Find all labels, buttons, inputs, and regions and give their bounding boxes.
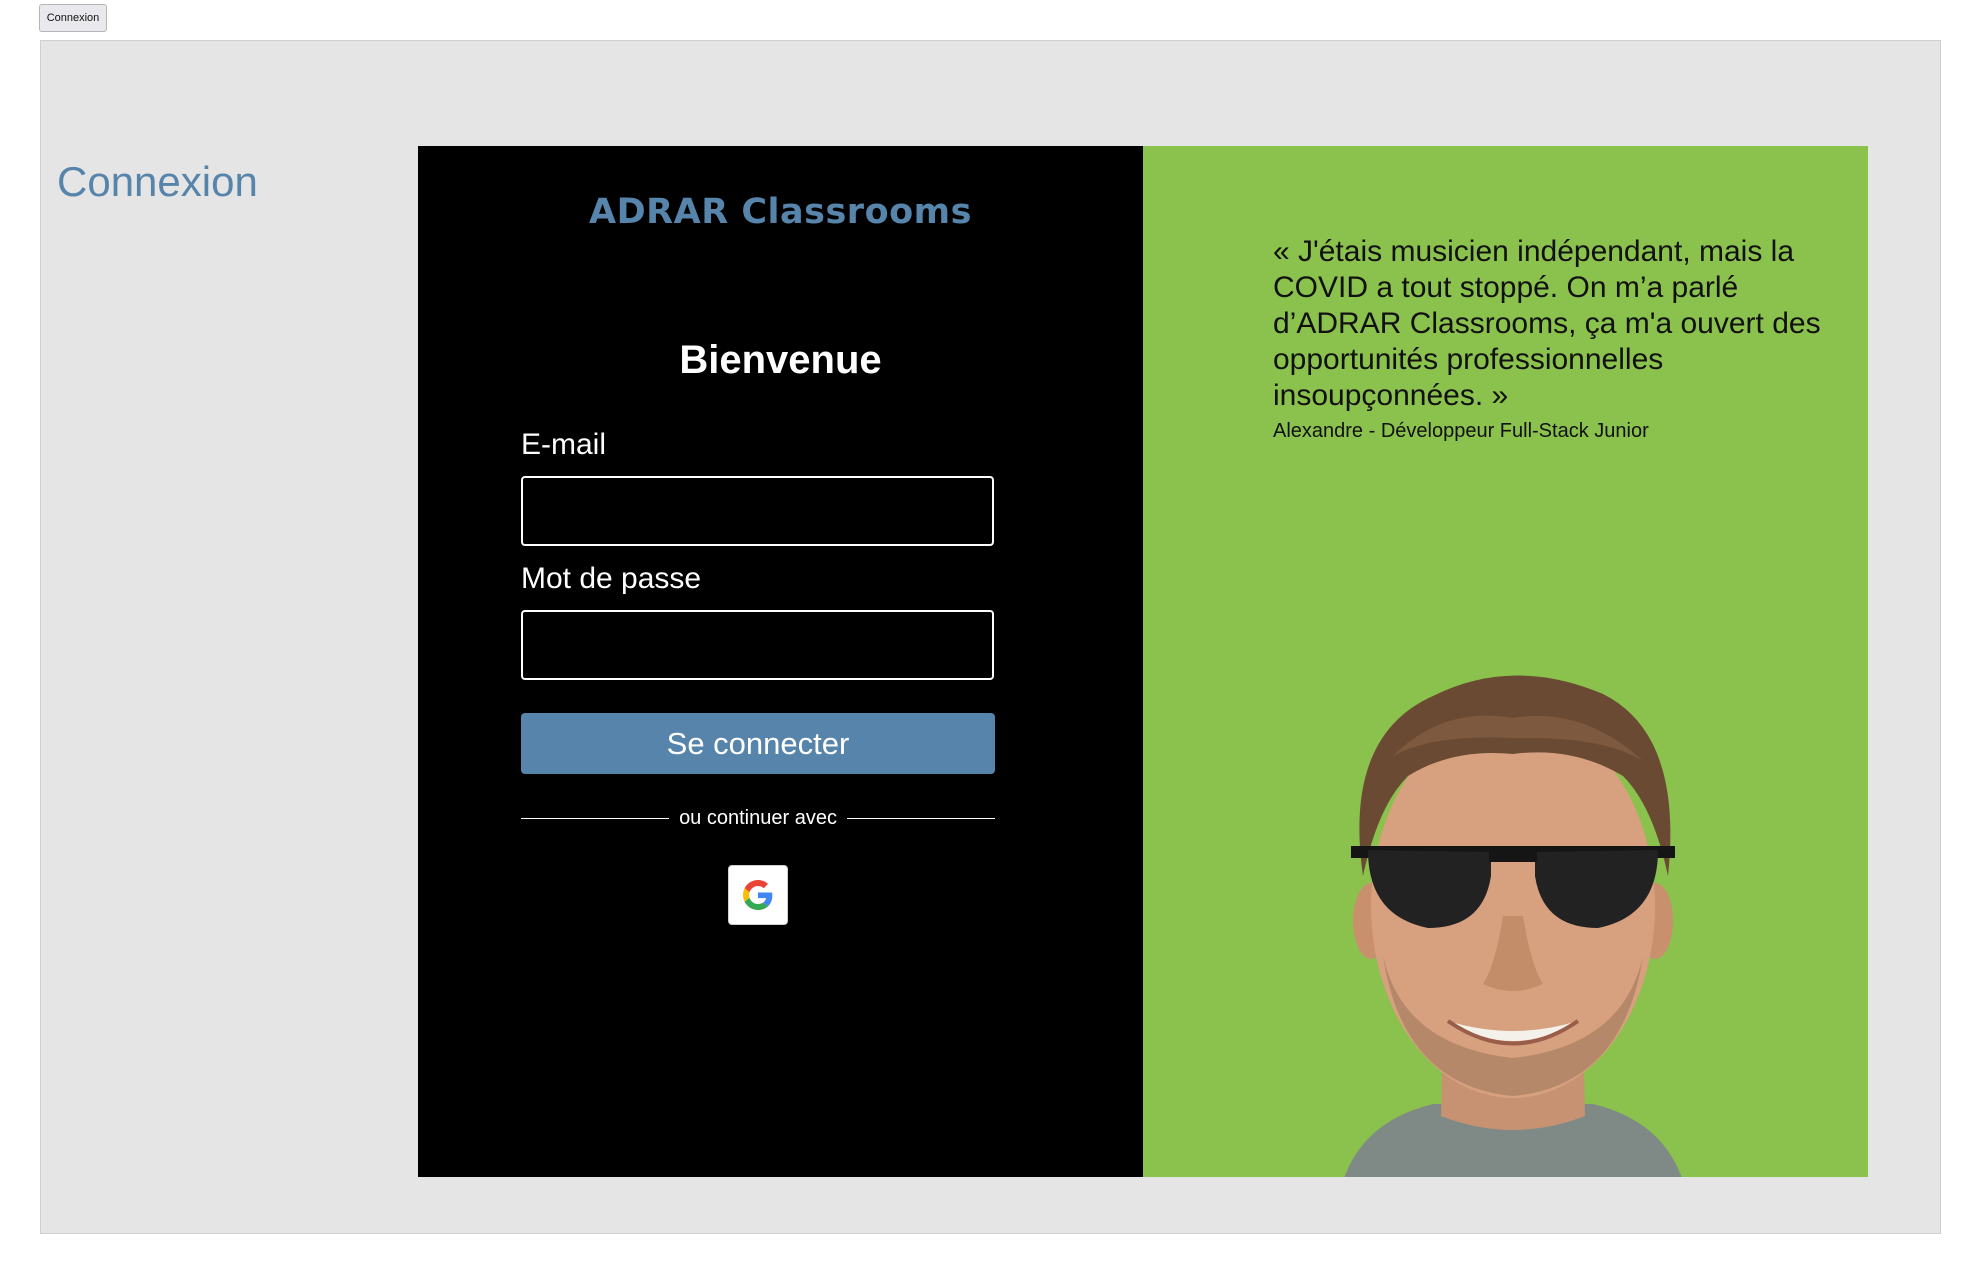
brand-logo: ADRAR Classrooms [589,192,972,232]
divider-text: ou continuer avec [679,806,837,829]
testimonial-quote: « J'étais musicien indépendant, mais la … [1273,235,1821,412]
testimonial-author: Alexandre - Développeur Full-Stack Junio… [1273,420,1649,442]
email-field[interactable] [521,476,994,546]
page-title: Connexion [57,158,258,205]
email-label: E-mail [521,428,607,461]
password-label: Mot de passe [521,562,702,595]
testimonial-panel: « J'étais musicien indépendant, mais la … [1143,146,1868,1177]
connexion-top-button[interactable]: Connexion [39,4,107,32]
welcome-heading: Bienvenue [679,338,882,382]
login-panel: ADRAR Classrooms Bienvenue E-mail Mot de… [418,146,1143,1177]
login-button[interactable]: Se connecter [521,713,995,774]
testimonial-portrait [1344,675,1682,1177]
google-login-button[interactable] [728,865,788,925]
continue-divider: ou continuer avec [521,806,996,830]
google-icon [743,880,773,910]
divider-line-left [521,817,670,819]
password-field[interactable] [521,610,994,680]
divider-line-right [846,817,996,819]
